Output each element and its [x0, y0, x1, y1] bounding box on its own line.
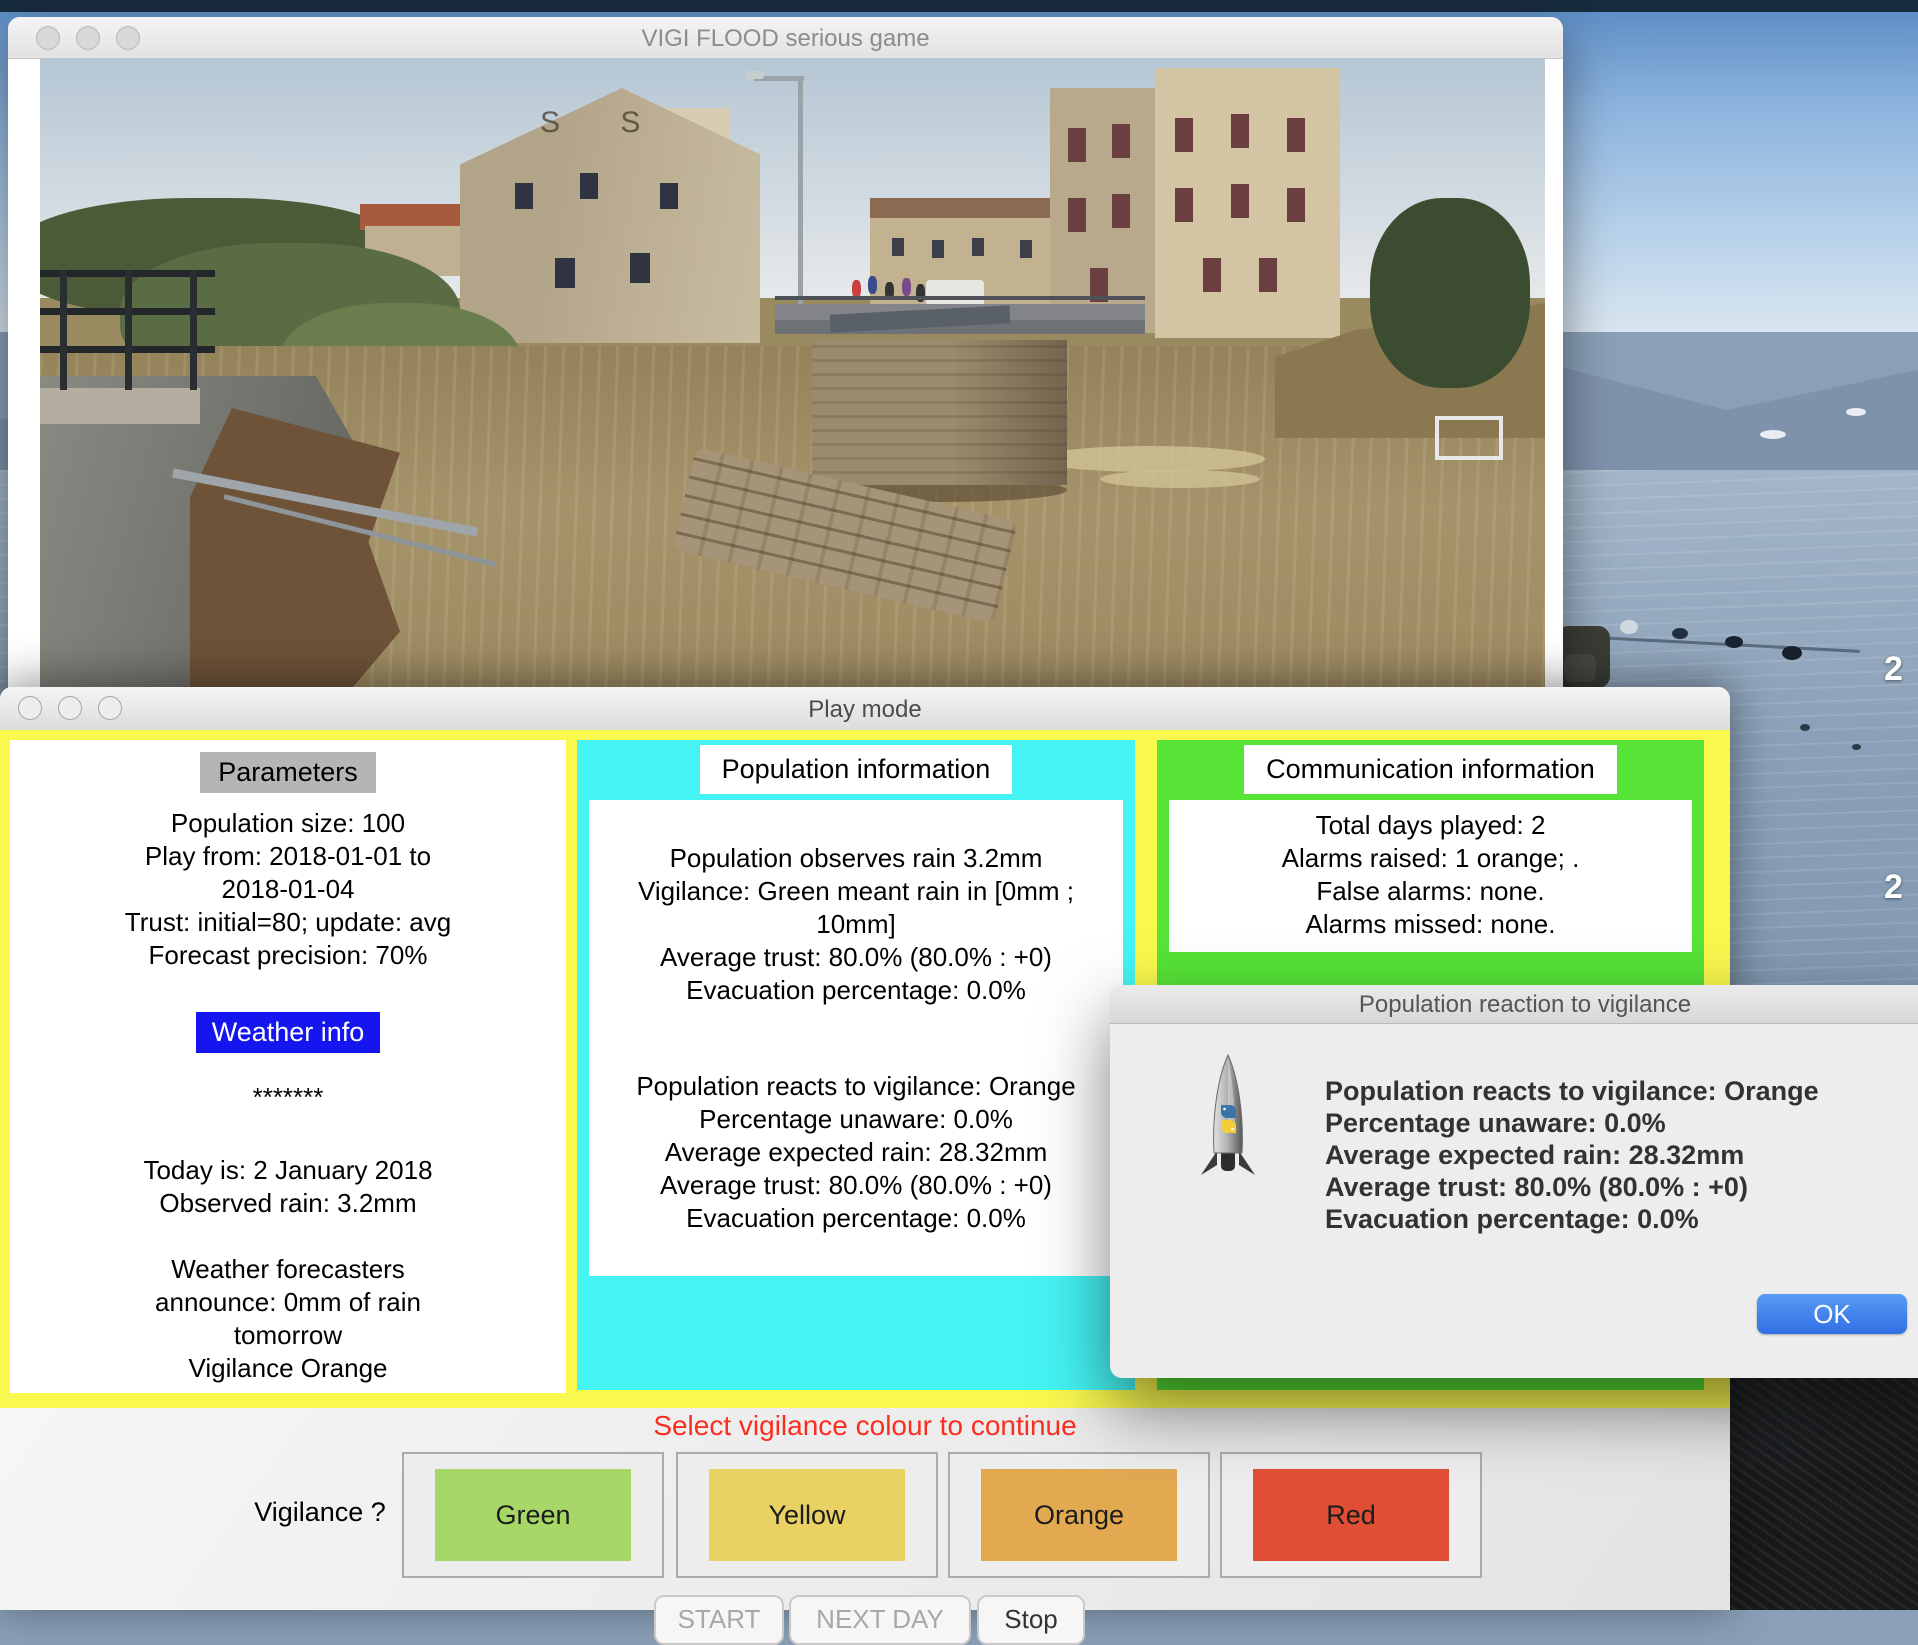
parameters-panel: Parameters Population size: 100 Play fro…: [10, 740, 566, 1393]
comm-false-alarms: False alarms: none.: [1316, 876, 1545, 906]
weather-observed-rain: Observed rain: 3.2mm: [159, 1188, 417, 1218]
dialog-line-reaction: Population reacts to vigilance: Orange: [1325, 1076, 1819, 1106]
buoy: [1672, 628, 1688, 639]
param-play-from: Play from: 2018-01-01 to: [144, 841, 432, 871]
photo-rapids: [1035, 446, 1265, 472]
water-speck: [1800, 724, 1810, 731]
photo-railing: [40, 270, 215, 410]
vigilance-red-swatch[interactable]: Red: [1253, 1469, 1449, 1561]
flood-photo: S S: [40, 58, 1545, 704]
photo-bridge-rail: [775, 296, 1145, 300]
pop-observes-rain: Population observes rain 3.2mm: [669, 843, 1043, 873]
main-window-title: VIGI FLOOD serious game: [641, 25, 930, 52]
python-rocket-icon: [1201, 1053, 1255, 1175]
weather-info-button[interactable]: Weather info: [195, 1012, 381, 1053]
photo-white-railing: [1435, 416, 1503, 460]
weather-vigilance: Vigilance Orange: [188, 1353, 388, 1383]
photo-eroded-bank: [190, 408, 400, 704]
param-forecast-precision: Forecast precision: 70%: [148, 940, 428, 970]
stop-button[interactable]: Stop: [977, 1595, 1085, 1645]
buoy: [1782, 646, 1802, 660]
photo-person: [902, 278, 911, 296]
population-panel: Population information Population observ…: [577, 740, 1135, 1390]
photo-streetlamp-pole: [798, 76, 803, 326]
buoy: [1725, 636, 1743, 648]
weather-stars: *******: [252, 1082, 324, 1112]
dialog-title: Population reaction to vigilance: [1358, 991, 1692, 1018]
select-vigilance-prompt: Select vigilance colour to continue: [653, 1410, 1077, 1441]
photo-streetlamp-head: [746, 71, 764, 79]
comm-alarms-missed: Alarms missed: none.: [1305, 909, 1556, 939]
play-window-titlebar[interactable]: Play mode: [0, 687, 1730, 731]
photo-rapids: [1100, 470, 1260, 488]
dialog-titlebar[interactable]: Population reaction to vigilance: [1110, 985, 1918, 1024]
dialog-message: Population reacts to vigilance: Orange P…: [1325, 1075, 1918, 1235]
comm-alarms-raised: Alarms raised: 1 orange; .: [1281, 843, 1580, 873]
play-window-title: Play mode: [808, 696, 922, 723]
screen: { "background": {"badge_top": "2", "badg…: [0, 0, 1918, 1645]
water-speck: [1852, 744, 1861, 750]
population-reaction-dialog: Population reaction to vigilance Populat…: [1110, 985, 1918, 1378]
param-population-size: Population size: 100: [170, 808, 406, 838]
photo-wall-anchors: S S: [540, 106, 667, 139]
main-window-titlebar[interactable]: VIGI FLOOD serious game: [8, 17, 1563, 59]
vigilance-yellow-button[interactable]: Yellow: [676, 1452, 938, 1578]
buoy-white: [1620, 620, 1638, 634]
dialog-line-trust: Average trust: 80.0% (80.0% : +0): [1325, 1172, 1748, 1202]
background-number-top: 2: [1884, 650, 1903, 688]
pop-unaware: Percentage unaware: 0.0%: [699, 1104, 1013, 1134]
pop-average-trust: Average trust: 80.0% (80.0% : +0): [660, 942, 1052, 972]
pop-vigilance-meaning: Vigilance: Green meant rain in [0mm ;: [638, 876, 1074, 906]
mountain-snow-patch: [1760, 430, 1786, 439]
population-panel-title: Population information: [699, 745, 1013, 794]
weather-forecast-1: Weather forecasters: [171, 1254, 405, 1284]
photo-bridge-pier: [812, 340, 1067, 485]
pop-average-trust-2: Average trust: 80.0% (80.0% : +0): [660, 1170, 1052, 1200]
pop-evacuation: Evacuation percentage: 0.0%: [686, 975, 1026, 1005]
photo-right-building-tall: [1155, 68, 1340, 338]
vigilance-yellow-swatch[interactable]: Yellow: [709, 1469, 905, 1561]
top-menu-strip: [0, 0, 1918, 12]
weather-forecast-3: tomorrow: [233, 1320, 343, 1350]
mountain-snow-patch: [1846, 408, 1866, 416]
dialog-line-unaware: Percentage unaware: 0.0%: [1325, 1108, 1666, 1138]
pop-vigilance-meaning-2: 10mm]: [816, 909, 896, 939]
pop-evacuation-2: Evacuation percentage: 0.0%: [686, 1203, 1026, 1233]
param-trust: Trust: initial=80; update: avg: [124, 907, 452, 937]
communication-panel-title: Communication information: [1244, 745, 1617, 794]
vigilance-green-button[interactable]: Green: [402, 1452, 664, 1578]
population-panel-content: Population observes rain 3.2mm Vigilance…: [589, 800, 1123, 1276]
weather-today: Today is: 2 January 2018: [143, 1155, 433, 1185]
vigilance-orange-swatch[interactable]: Orange: [981, 1469, 1177, 1561]
background-number-bottom: 2: [1884, 868, 1903, 906]
ok-button[interactable]: OK: [1757, 1294, 1907, 1334]
start-button[interactable]: START: [654, 1595, 784, 1645]
dialog-line-expected-rain: Average expected rain: 28.32mm: [1325, 1140, 1745, 1170]
vigilance-orange-button[interactable]: Orange: [948, 1452, 1210, 1578]
pop-reacts-vigilance: Population reacts to vigilance: Orange: [636, 1071, 1076, 1101]
communication-panel-content: Total days played: 2 Alarms raised: 1 or…: [1169, 800, 1692, 952]
vigilance-green-swatch[interactable]: Green: [435, 1469, 631, 1561]
dialog-line-evacuation: Evacuation percentage: 0.0%: [1325, 1204, 1699, 1234]
background-dark-object-inner: [1564, 654, 1596, 682]
pop-expected-rain: Average expected rain: 28.32mm: [664, 1137, 1048, 1167]
next-day-button[interactable]: NEXT DAY: [789, 1595, 971, 1645]
vigilance-red-button[interactable]: Red: [1220, 1452, 1482, 1578]
comm-days-played: Total days played: 2: [1315, 810, 1546, 840]
photo-right-tree: [1370, 198, 1530, 388]
weather-forecast-2: announce: 0mm of rain: [155, 1287, 421, 1317]
parameters-label: Parameters: [200, 752, 376, 793]
photo-person: [868, 276, 877, 294]
param-play-to: 2018-01-04: [221, 874, 355, 904]
